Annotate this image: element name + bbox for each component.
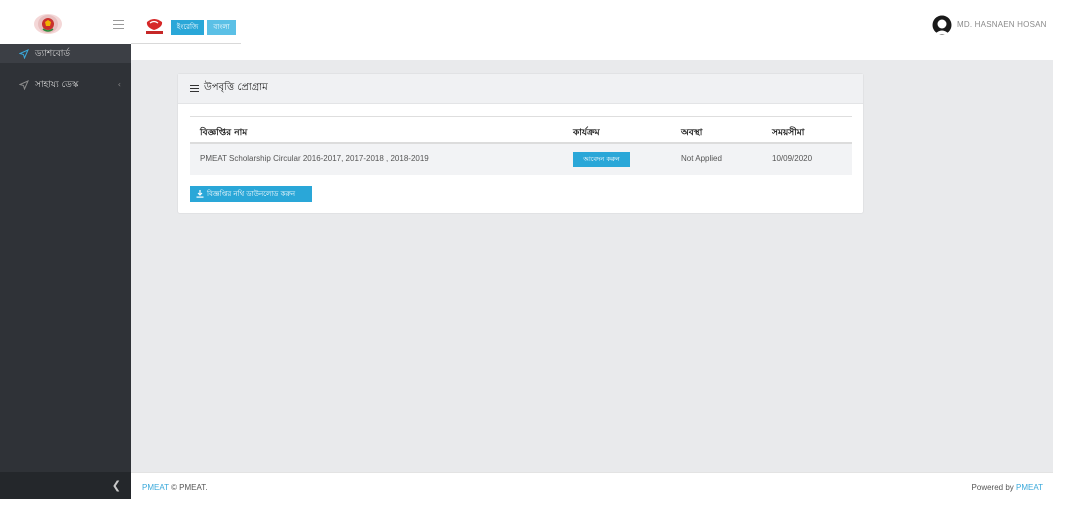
column-header-name: বিজ্ঞপ্তির নাম: [200, 128, 248, 138]
sidebar-item-label: ড্যাশবোর্ড: [35, 49, 71, 59]
footer: PMEAT © PMEAT. Powered by PMEAT: [131, 472, 1053, 499]
table-row: PMEAT Scholarship Circular 2016-2017, 20…: [190, 144, 852, 175]
sidebar-item-label: সাহায্য ডেস্ক: [35, 80, 79, 90]
footer-brand-link[interactable]: PMEAT: [142, 483, 169, 492]
send-icon: [19, 48, 29, 59]
bangla-language-button[interactable]: বাংলা: [207, 20, 236, 35]
top-bar: ইংরেজি বাংলা MD. HASNAEN HOSAN: [0, 0, 1073, 44]
sidebar-item-dashboard[interactable]: ড্যাশবোর্ড: [0, 44, 131, 63]
sidebar-footer: ❮: [0, 472, 131, 499]
sidebar: ড্যাশবোর্ড সাহায্য ডেস্ক ‹: [0, 44, 131, 472]
panel-title: উপবৃত্তি প্রোগ্রাম: [204, 82, 268, 93]
powered-by-text: Powered by: [971, 483, 1014, 492]
scholarship-panel: উপবৃত্তি প্রোগ্রাম বিজ্ঞপ্তির নাম কার্যক…: [177, 73, 864, 214]
english-language-button[interactable]: ইংরেজি: [171, 20, 204, 35]
powered-by-link[interactable]: PMEAT: [1016, 483, 1043, 492]
panel-header: উপবৃত্তি প্রোগ্রাম: [178, 74, 863, 104]
column-header-deadline: সময়সীমা: [772, 128, 805, 138]
footer-powered-by: Powered by PMEAT: [972, 483, 1043, 492]
status-text: Not Applied: [681, 154, 722, 163]
collapse-sidebar-icon[interactable]: ❮: [112, 479, 121, 492]
table-header: বিজ্ঞপ্তির নাম কার্যক্রম অবস্থা সময়সীমা: [190, 116, 852, 144]
download-icon: [196, 190, 204, 198]
column-header-action: কার্যক্রম: [573, 128, 600, 138]
download-label: বিজ্ঞপ্তির নথি ডাউনলোড করুন: [207, 190, 296, 198]
list-icon: [190, 85, 199, 92]
apply-button[interactable]: আবেদন করুন: [573, 152, 630, 167]
circular-table: বিজ্ঞপ্তির নাম কার্যক্রম অবস্থা সময়সীমা…: [190, 116, 852, 175]
column-header-status: অবস্থা: [681, 128, 703, 138]
pmeat-logo[interactable]: [144, 17, 165, 36]
government-logo[interactable]: [33, 13, 63, 35]
user-avatar-icon[interactable]: [931, 15, 953, 35]
user-name[interactable]: MD. HASNAEN HOSAN: [957, 20, 1047, 29]
header-divider: [131, 43, 241, 44]
menu-toggle-icon[interactable]: [113, 20, 124, 29]
footer-copyright: PMEAT © PMEAT.: [142, 483, 207, 492]
deadline-text: 10/09/2020: [772, 154, 813, 163]
sidebar-item-help-desk[interactable]: সাহায্য ডেস্ক ‹: [0, 75, 131, 94]
circular-name: PMEAT Scholarship Circular 2016-2017, 20…: [200, 154, 429, 163]
copyright-text: © PMEAT.: [171, 483, 208, 492]
send-icon: [19, 79, 29, 90]
chevron-left-icon: ‹: [117, 80, 121, 89]
download-circular-button[interactable]: বিজ্ঞপ্তির নথি ডাউনলোড করুন: [190, 186, 312, 202]
